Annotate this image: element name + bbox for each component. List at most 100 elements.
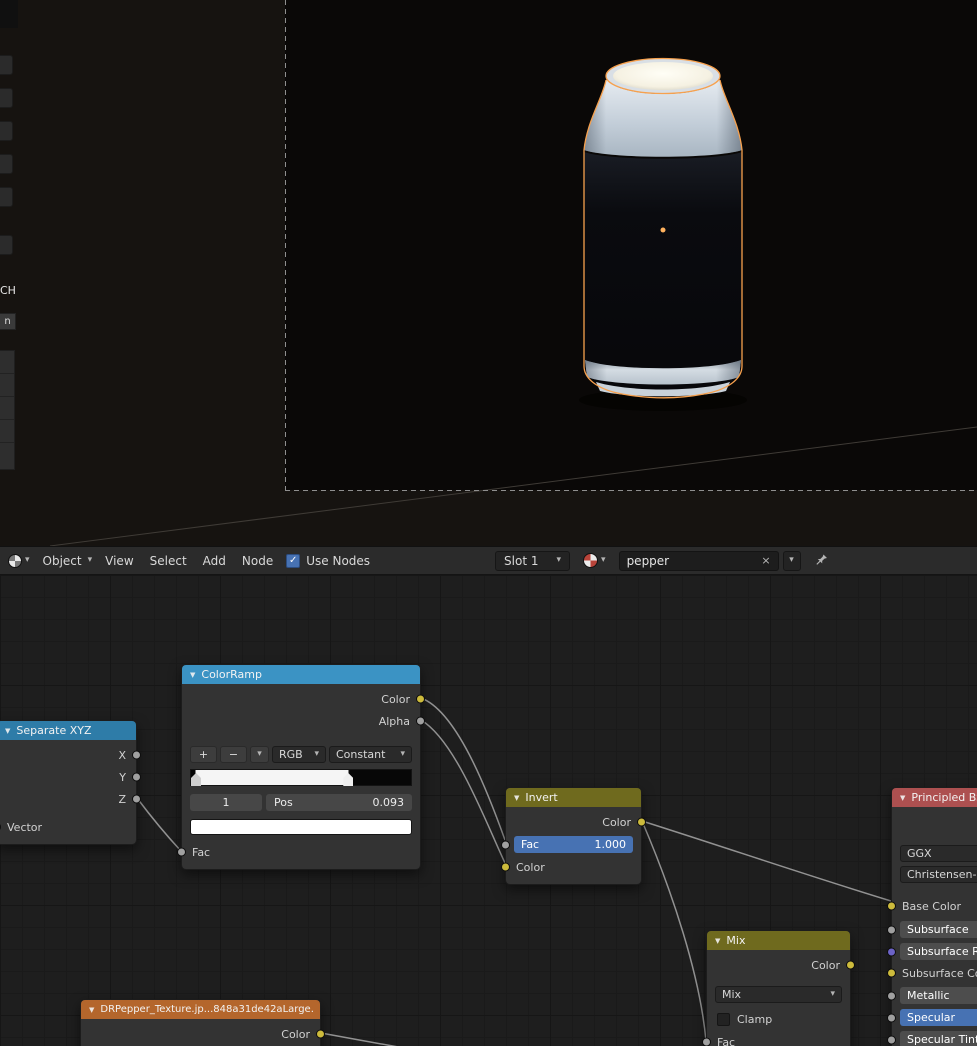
specular-tint-slider[interactable]: Specular Tint bbox=[900, 1031, 977, 1046]
collapse-icon[interactable]: ▼ bbox=[190, 671, 195, 679]
node-header[interactable]: ▼ Invert bbox=[506, 788, 641, 807]
material-browse-button[interactable]: ▾ bbox=[583, 553, 606, 568]
input-row-subsurface-radius: Subsurface Ra bbox=[892, 943, 977, 960]
toolbar-button-fragment[interactable] bbox=[0, 55, 13, 75]
input-row-fac: Fac bbox=[182, 841, 420, 863]
subsurface-method-dropdown[interactable]: Christensen-B ▾ bbox=[900, 866, 977, 883]
toolbar-button-fragment[interactable] bbox=[0, 235, 13, 255]
blend-mode-dropdown[interactable]: Mix ▾ bbox=[715, 986, 842, 1003]
input-row-base-color: Base Color bbox=[892, 895, 977, 917]
link-z-to-fac bbox=[137, 798, 181, 851]
toolbar-button-fragment[interactable] bbox=[0, 121, 13, 141]
socket-subsurface-input[interactable] bbox=[887, 925, 896, 934]
menu-view[interactable]: View bbox=[105, 554, 133, 568]
node-header[interactable]: ▼ Principled BS bbox=[892, 788, 977, 807]
socket-fac-input[interactable] bbox=[177, 848, 186, 857]
material-name-field[interactable]: pepper × bbox=[619, 551, 779, 571]
socket-subsurface-radius-input[interactable] bbox=[887, 947, 896, 956]
input-label: Fac bbox=[717, 1036, 735, 1046]
socket-fac-input[interactable] bbox=[702, 1038, 711, 1046]
socket-color-output[interactable] bbox=[846, 961, 855, 970]
shader-type-dropdown[interactable]: Object ▾ bbox=[43, 554, 93, 568]
collapse-icon[interactable]: ▼ bbox=[89, 1006, 94, 1014]
fac-slider[interactable]: Fac 1.000 bbox=[514, 836, 633, 853]
specular-slider[interactable]: Specular bbox=[900, 1009, 977, 1026]
socket-specular-input[interactable] bbox=[887, 1013, 896, 1022]
stop-index-field[interactable]: 1 bbox=[190, 794, 262, 811]
floor-grid-line bbox=[50, 427, 977, 546]
node-header[interactable]: ▼ Mix bbox=[707, 931, 850, 950]
menu-select[interactable]: Select bbox=[150, 554, 187, 568]
close-icon[interactable]: × bbox=[761, 554, 770, 567]
distribution-value: GGX bbox=[907, 847, 932, 860]
node-mix[interactable]: ▼ Mix Color Mix ▾ Clamp Fac bbox=[706, 930, 851, 1046]
interpolation-value: Constant bbox=[336, 748, 385, 761]
shader-type-value: Object bbox=[43, 554, 82, 568]
socket-color-output[interactable] bbox=[637, 818, 646, 827]
socket-specular-tint-input[interactable] bbox=[887, 1035, 896, 1044]
input-row-subsurface-color: Subsurface Col bbox=[892, 962, 977, 984]
clamp-checkbox[interactable] bbox=[717, 1013, 730, 1026]
input-row-metallic: Metallic bbox=[892, 987, 977, 1004]
socket-z-output[interactable] bbox=[132, 795, 141, 804]
fac-label: Fac bbox=[521, 838, 539, 851]
3d-viewport[interactable]: CH n bbox=[0, 0, 977, 546]
socket-fac-input[interactable] bbox=[501, 840, 510, 849]
toolbar-button-fragment[interactable] bbox=[0, 88, 13, 108]
collapse-icon[interactable]: ▼ bbox=[900, 794, 905, 802]
output-label: Color bbox=[281, 1028, 310, 1041]
stop-position-field[interactable]: Pos 0.093 bbox=[266, 794, 412, 811]
distribution-dropdown[interactable]: GGX ▾ bbox=[900, 845, 977, 862]
socket-subsurface-color-input[interactable] bbox=[887, 969, 896, 978]
socket-color-output[interactable] bbox=[316, 1030, 325, 1039]
socket-vector-input[interactable] bbox=[0, 823, 1, 832]
node-principled-bsdf[interactable]: ▼ Principled BS GGX ▾ Christensen-B ▾ Ba… bbox=[891, 787, 977, 1046]
node-header[interactable]: ▼ DRPepper_Texture.jp...848a31de42aLarge… bbox=[81, 1000, 320, 1019]
socket-x-output[interactable] bbox=[132, 751, 141, 760]
collapse-icon[interactable]: ▼ bbox=[715, 937, 720, 945]
ramp-specials-button[interactable]: ▾ bbox=[250, 746, 269, 763]
interpolation-dropdown[interactable]: Constant ▾ bbox=[329, 746, 412, 763]
socket-color-output[interactable] bbox=[416, 695, 425, 704]
socket-color-input[interactable] bbox=[501, 863, 510, 872]
ramp-stop-2[interactable] bbox=[343, 773, 353, 786]
input-row-subsurface: Subsurface bbox=[892, 921, 977, 938]
node-editor[interactable]: ▼ Separate XYZ X Y Z Vector bbox=[0, 575, 977, 1046]
toolbar-button-fragment[interactable] bbox=[0, 154, 13, 174]
socket-base-color-input[interactable] bbox=[887, 902, 896, 911]
collapse-icon[interactable]: ▼ bbox=[514, 794, 519, 802]
color-ramp-gradient[interactable] bbox=[190, 769, 412, 786]
metallic-slider[interactable]: Metallic bbox=[900, 987, 977, 1004]
use-nodes-checkbox[interactable]: ✓ Use Nodes bbox=[286, 554, 370, 568]
material-dropdown-button[interactable]: ▾ bbox=[783, 551, 801, 571]
menu-node[interactable]: Node bbox=[242, 554, 273, 568]
node-header[interactable]: ▼ ColorRamp bbox=[182, 665, 420, 684]
menu-add[interactable]: Add bbox=[203, 554, 226, 568]
output-row-color: Color bbox=[707, 954, 850, 976]
side-panel-fragment[interactable] bbox=[0, 350, 15, 470]
node-header[interactable]: ▼ Separate XYZ bbox=[0, 721, 136, 740]
panel-tab-fragment[interactable]: n bbox=[0, 313, 16, 330]
editor-type-button[interactable]: ▾ bbox=[8, 554, 30, 568]
subsurface-radius-slider[interactable]: Subsurface Ra bbox=[900, 943, 977, 960]
collapse-icon[interactable]: ▼ bbox=[5, 727, 10, 735]
node-image-texture[interactable]: ▼ DRPepper_Texture.jp...848a31de42aLarge… bbox=[80, 999, 321, 1046]
node-colorramp[interactable]: ▼ ColorRamp Color Alpha + − ▾ bbox=[181, 664, 421, 870]
pin-button[interactable] bbox=[814, 553, 829, 568]
input-label: Metallic bbox=[907, 989, 950, 1002]
stop-color-swatch[interactable] bbox=[190, 819, 412, 835]
remove-stop-button[interactable]: − bbox=[220, 746, 247, 763]
ramp-stop-1[interactable] bbox=[191, 773, 201, 786]
color-mode-dropdown[interactable]: RGB ▾ bbox=[272, 746, 326, 763]
toolbar-button-fragment[interactable] bbox=[0, 187, 13, 207]
add-stop-button[interactable]: + bbox=[190, 746, 217, 763]
socket-alpha-output[interactable] bbox=[416, 717, 425, 726]
input-row-color: Color bbox=[506, 856, 641, 878]
fac-value: 1.000 bbox=[595, 838, 627, 851]
material-slot-dropdown[interactable]: Slot 1 ▾ bbox=[495, 551, 570, 571]
node-invert[interactable]: ▼ Invert Color Fac 1.000 Color bbox=[505, 787, 642, 885]
socket-metallic-input[interactable] bbox=[887, 991, 896, 1000]
socket-y-output[interactable] bbox=[132, 773, 141, 782]
node-separate-xyz[interactable]: ▼ Separate XYZ X Y Z Vector bbox=[0, 720, 137, 845]
subsurface-slider[interactable]: Subsurface bbox=[900, 921, 977, 938]
